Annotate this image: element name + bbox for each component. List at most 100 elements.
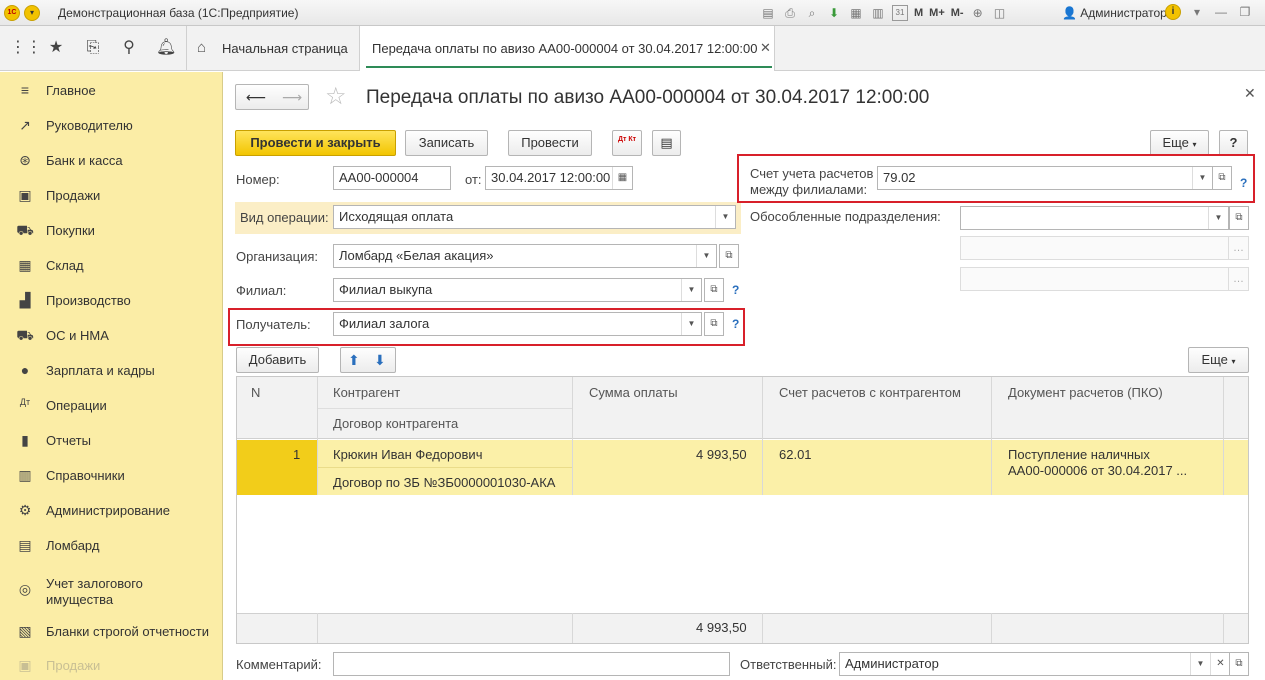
ellipsis-icon[interactable]: … bbox=[1228, 237, 1248, 259]
form-close-icon[interactable]: ✕ bbox=[1244, 85, 1256, 102]
print-icon[interactable]: ⎙ bbox=[782, 5, 798, 21]
tab-document[interactable]: Передача оплаты по авизо АА00-000004 от … bbox=[359, 26, 775, 71]
chevron-down-icon[interactable]: ▼ bbox=[681, 279, 701, 301]
sidebar-item-assets[interactable]: ⛟ ОС и НМА bbox=[0, 324, 222, 348]
organization-open-icon[interactable]: ⧉ bbox=[719, 244, 739, 268]
payments-table[interactable]: N Контрагент Договор контрагента Сумма о… bbox=[236, 376, 1249, 644]
header-contract[interactable]: Договор контрагента bbox=[333, 416, 458, 431]
favorite-star-icon[interactable]: ☆ bbox=[325, 82, 347, 111]
add-row-button[interactable]: Добавить bbox=[236, 347, 319, 373]
restore-icon[interactable]: ❐ bbox=[1237, 4, 1253, 20]
sidebar-item-strict-forms[interactable]: ▧ Бланки строгой отчетности bbox=[0, 620, 222, 644]
sidebar-item-warehouse[interactable]: ▦ Склад bbox=[0, 254, 222, 278]
sidebar-item-salary[interactable]: ● Зарплата и кадры bbox=[0, 359, 222, 383]
memory-minus-button[interactable]: M- bbox=[951, 7, 964, 19]
dropdown-icon[interactable]: ▾ bbox=[1189, 4, 1205, 20]
sidebar-item-collateral[interactable]: ◎ Учет залогового имущества bbox=[0, 572, 222, 608]
sidebar-item-production[interactable]: ▟ Производство bbox=[0, 289, 222, 313]
recipient-select[interactable]: Филиал залога ▼ bbox=[333, 312, 702, 336]
account-help-icon[interactable]: ? bbox=[1240, 176, 1247, 190]
search-icon[interactable]: ⚲ bbox=[119, 38, 139, 58]
branch-open-icon[interactable]: ⧉ bbox=[704, 278, 724, 302]
calculator-icon[interactable]: ▥ bbox=[870, 5, 886, 21]
table-more-button[interactable]: Еще ▾ bbox=[1188, 347, 1249, 373]
operation-select[interactable]: Исходящая оплата ▼ bbox=[333, 205, 736, 229]
chevron-down-icon[interactable]: ▼ bbox=[681, 313, 701, 335]
responsible-select[interactable]: Администратор ▼ ✕ bbox=[839, 652, 1231, 676]
chevron-down-icon[interactable]: ▼ bbox=[1208, 207, 1228, 229]
info-icon[interactable]: i bbox=[1165, 4, 1181, 20]
preview-icon[interactable]: ⌕ bbox=[804, 5, 820, 21]
row-account[interactable]: 62.01 bbox=[779, 447, 812, 462]
header-account[interactable]: Счет расчетов с контрагентом bbox=[779, 385, 961, 400]
sidebar-item-pawnshop[interactable]: ▤ Ломбард bbox=[0, 534, 222, 558]
row-amount[interactable]: 4 993,50 bbox=[696, 447, 747, 462]
move-down-icon[interactable]: ⬇ bbox=[374, 348, 386, 372]
header-amount[interactable]: Сумма оплаты bbox=[589, 385, 678, 400]
row-document-line1[interactable]: Поступление наличных bbox=[1008, 447, 1150, 462]
calendar-icon[interactable]: 31 bbox=[892, 5, 908, 21]
recipient-help-icon[interactable]: ? bbox=[732, 317, 739, 331]
panel-icon[interactable]: ◫ bbox=[992, 5, 1008, 21]
report-button[interactable]: ▤ bbox=[652, 130, 681, 156]
memory-m-button[interactable]: M bbox=[914, 7, 923, 19]
zoom-icon[interactable]: ⊕ bbox=[970, 5, 986, 21]
favorites-star-icon[interactable]: ★ bbox=[46, 38, 66, 58]
header-n[interactable]: N bbox=[251, 385, 260, 400]
tab-home[interactable]: ⌂ Начальная страница bbox=[186, 26, 359, 71]
account-open-icon[interactable]: ⧉ bbox=[1212, 166, 1232, 190]
number-field[interactable]: АА00-000004 bbox=[333, 166, 451, 190]
download-icon[interactable]: ⬇ bbox=[826, 5, 842, 21]
tab-close-icon[interactable]: ✕ bbox=[760, 40, 771, 56]
account-select[interactable]: 79.02 ▼ bbox=[877, 166, 1213, 190]
subdivisions-extra-field-1[interactable]: … bbox=[960, 236, 1249, 260]
chevron-down-icon[interactable]: ▼ bbox=[1192, 167, 1212, 189]
sidebar-item-reports[interactable]: ▮ Отчеты bbox=[0, 429, 222, 453]
date-field[interactable]: 30.04.2017 12:00:00 ▦ bbox=[485, 166, 633, 190]
header-counterparty[interactable]: Контрагент bbox=[333, 385, 400, 400]
forward-arrow-icon[interactable]: ⟶ bbox=[282, 85, 302, 109]
subdivisions-extra-field-2[interactable]: … bbox=[960, 267, 1249, 291]
responsible-open-icon[interactable]: ⧉ bbox=[1229, 652, 1249, 676]
clear-icon[interactable]: ✕ bbox=[1210, 653, 1230, 675]
sidebar-item-operations[interactable]: Дт Операции bbox=[0, 394, 222, 418]
save-button[interactable]: Записать bbox=[405, 130, 488, 156]
subdivisions-select[interactable]: ▼ bbox=[960, 206, 1229, 230]
chevron-down-icon[interactable]: ▼ bbox=[715, 206, 735, 228]
more-button[interactable]: Еще ▾ bbox=[1150, 130, 1209, 156]
layout-icon[interactable]: ▦ bbox=[848, 5, 864, 21]
ellipsis-icon[interactable]: … bbox=[1228, 268, 1248, 290]
help-button[interactable]: ? bbox=[1219, 130, 1248, 156]
sidebar-item-manager[interactable]: ↗ Руководителю bbox=[0, 114, 222, 138]
notifications-bell-icon[interactable]: 🔔︎ bbox=[156, 38, 176, 58]
branch-select[interactable]: Филиал выкупа ▼ bbox=[333, 278, 702, 302]
sidebar-item-admin[interactable]: ⚙ Администрирование bbox=[0, 499, 222, 523]
user-name[interactable]: 👤 Администратор bbox=[1062, 6, 1167, 20]
back-arrow-icon[interactable]: ⟵ bbox=[246, 85, 266, 109]
chevron-down-icon[interactable]: ▼ bbox=[696, 245, 716, 267]
sidebar-item-sales[interactable]: ▣ Продажи bbox=[0, 184, 222, 208]
history-icon[interactable]: ⎘ bbox=[83, 38, 103, 58]
comment-field[interactable] bbox=[333, 652, 730, 676]
dtkt-button[interactable]: Дт Кт bbox=[612, 130, 642, 156]
post-button[interactable]: Провести bbox=[508, 130, 592, 156]
row-counterparty[interactable]: Крюкин Иван Федорович bbox=[333, 447, 482, 462]
close-icon[interactable]: ✕ bbox=[1261, 4, 1265, 20]
sidebar-item-catalogs[interactable]: ▥ Справочники bbox=[0, 464, 222, 488]
move-up-icon[interactable]: ⬆ bbox=[348, 348, 360, 372]
table-row-number-cell[interactable] bbox=[237, 440, 317, 495]
organization-select[interactable]: Ломбард «Белая акация» ▼ bbox=[333, 244, 717, 268]
sidebar-item-sales-2[interactable]: ▣ Продажи bbox=[0, 654, 222, 678]
post-and-close-button[interactable]: Провести и закрыть bbox=[235, 130, 396, 156]
sections-grid-icon[interactable]: ⋮⋮ bbox=[10, 38, 42, 58]
chevron-down-icon[interactable]: ▼ bbox=[1190, 653, 1210, 675]
save-icon[interactable]: ▤ bbox=[760, 5, 776, 21]
memory-plus-button[interactable]: M+ bbox=[929, 7, 945, 19]
recipient-open-icon[interactable]: ⧉ bbox=[704, 312, 724, 336]
row-document-line2[interactable]: АА00-000006 от 30.04.2017 ... bbox=[1008, 463, 1187, 478]
header-document[interactable]: Документ расчетов (ПКО) bbox=[1008, 385, 1163, 400]
sidebar-item-bank[interactable]: ⊛ Банк и касса bbox=[0, 149, 222, 173]
sidebar-item-main[interactable]: ≡ Главное bbox=[0, 79, 222, 103]
main-menu-icon[interactable]: ▾ bbox=[24, 5, 40, 21]
sidebar-item-purchases[interactable]: ⛟ Покупки bbox=[0, 219, 222, 243]
